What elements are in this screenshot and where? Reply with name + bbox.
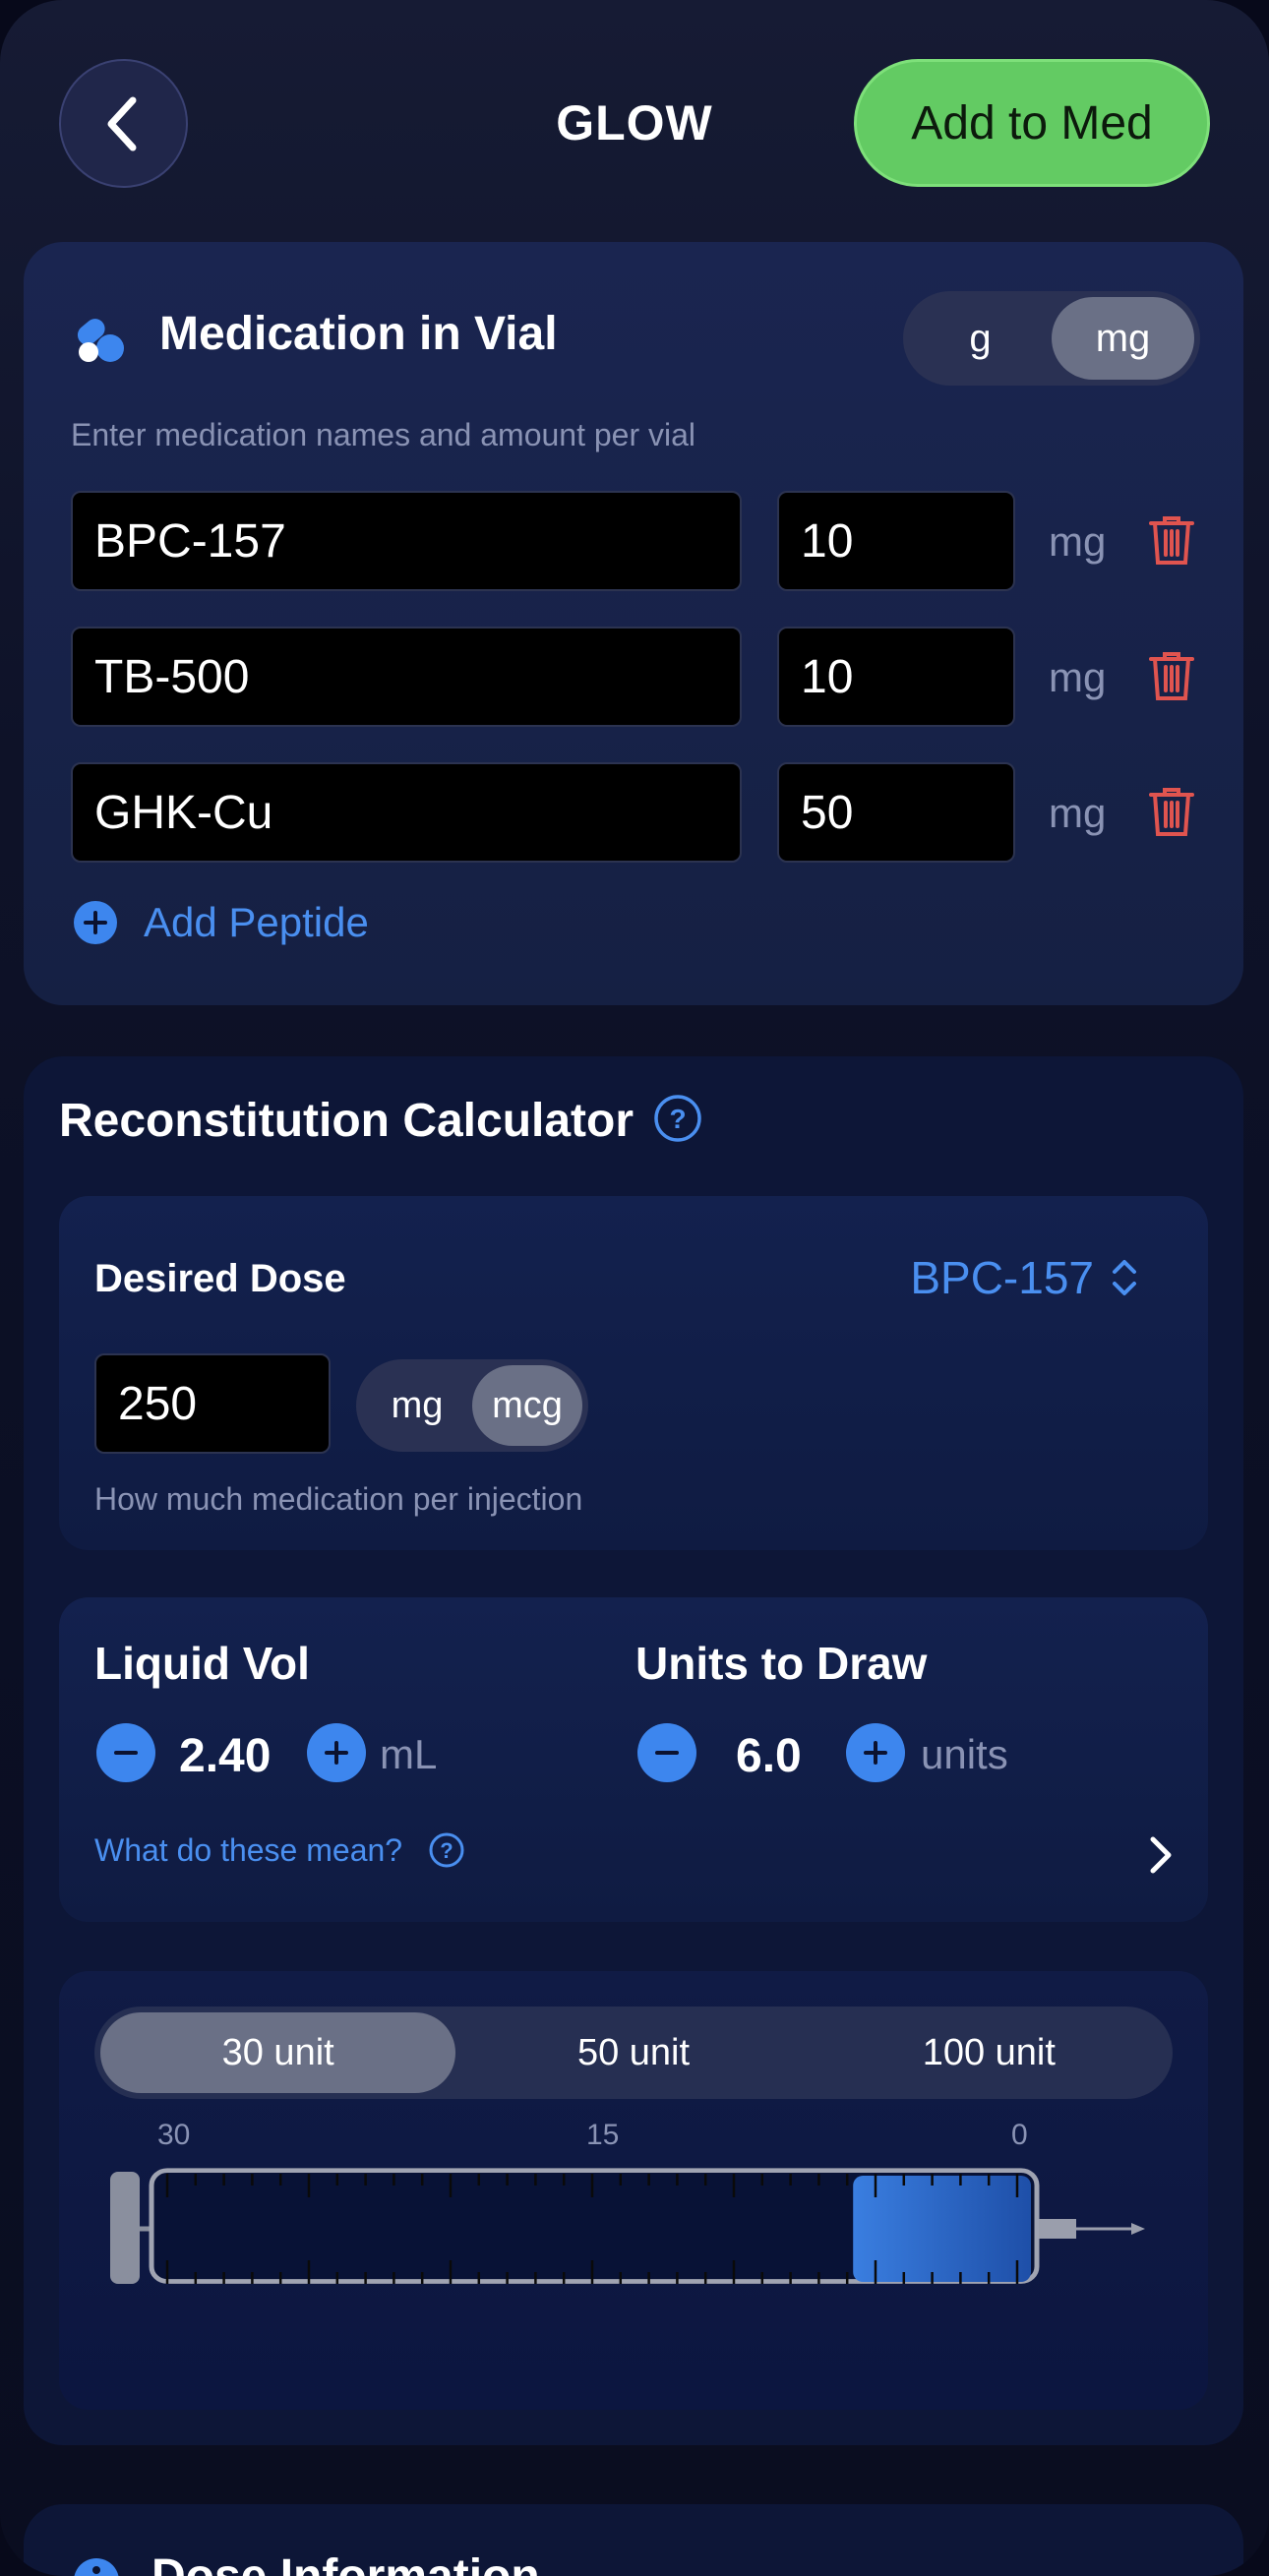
medication-amount-input[interactable]: 10 [777, 491, 1015, 591]
units-decrement[interactable] [637, 1723, 696, 1782]
syringe-hub [1039, 2219, 1076, 2239]
minus-icon [655, 1751, 679, 1755]
svg-text:?: ? [669, 1104, 686, 1134]
explain-link-label: What do these mean? [94, 1831, 403, 1868]
dose-information-card: Dose Information [24, 2504, 1243, 2576]
dose-information-title: Dose Information [151, 2549, 540, 2576]
peptide-picker-value: BPC-157 [910, 1252, 1094, 1303]
units-increment[interactable] [846, 1723, 905, 1782]
medication-subtitle: Enter medication names and amount per vi… [71, 417, 696, 452]
syringe-fill [853, 2176, 1031, 2282]
liquid-vol-decrement[interactable] [96, 1723, 155, 1782]
syringe-size-toggle[interactable]: 30 unit 50 unit 100 unit [94, 2007, 1173, 2099]
unit-option-mg[interactable]: mg [1052, 297, 1194, 380]
dose-input[interactable]: 250 [94, 1353, 331, 1454]
vial-unit-toggle[interactable]: g mg [903, 291, 1200, 386]
add-peptide-label: Add Peptide [144, 899, 369, 945]
scale-label-min: 0 [1011, 2119, 1028, 2151]
medication-unit-label: mg [1049, 654, 1107, 700]
medication-name-input[interactable]: BPC-157 [71, 491, 742, 591]
units-unit: units [921, 1731, 1008, 1777]
plus-icon [325, 1741, 348, 1765]
info-circle-icon [74, 2558, 119, 2576]
scale-label-mid: 15 [586, 2119, 620, 2151]
syringe-graphic [110, 2168, 1145, 2284]
dose-unit-mg[interactable]: mg [362, 1365, 472, 1446]
scale-label-max: 30 [157, 2119, 191, 2151]
syringe-panel: 30 unit 50 unit 100 unit 30 15 0 [59, 1971, 1208, 2410]
medication-name-input[interactable]: TB-500 [71, 627, 742, 727]
question-circle-icon: ? [429, 1832, 464, 1868]
app-screen: GLOW Add to Med Medication in Vial g mg … [0, 0, 1269, 2576]
trash-icon[interactable] [1145, 513, 1198, 567]
question-circle-icon[interactable]: ? [653, 1094, 702, 1143]
volume-units-panel: Liquid Vol 2.40 mL Units to Draw 6.0 uni… [59, 1597, 1208, 1922]
desired-dose-panel: Desired Dose BPC-157 250 mg mcg How much… [59, 1196, 1208, 1550]
dose-unit-toggle[interactable]: mg mcg [356, 1359, 588, 1452]
plus-circle-icon [74, 901, 117, 944]
medication-title: Medication in Vial [159, 308, 558, 360]
medication-name-input[interactable]: GHK-Cu [71, 762, 742, 863]
explain-link[interactable]: What do these mean? ? [94, 1831, 465, 1869]
units-value: 6.0 [736, 1730, 802, 1782]
trash-icon[interactable] [1145, 785, 1198, 838]
syringe-size-100[interactable]: 100 unit [812, 2012, 1167, 2093]
desired-dose-label: Desired Dose [94, 1257, 346, 1300]
calculator-card: Reconstitution Calculator ? Desired Dose… [24, 1056, 1243, 2445]
liquid-vol-unit: mL [380, 1731, 438, 1777]
add-peptide-button[interactable]: Add Peptide [73, 891, 369, 954]
add-to-med-button[interactable]: Add to Med [854, 59, 1210, 187]
minus-icon [114, 1751, 138, 1755]
peptide-picker[interactable]: BPC-157 [910, 1251, 1139, 1304]
pills-icon [77, 319, 124, 362]
medication-card: Medication in Vial g mg Enter medication… [24, 242, 1243, 1005]
plus-icon [864, 1741, 887, 1765]
dose-hint: How much medication per injection [94, 1481, 583, 1517]
liquid-vol-label: Liquid Vol [94, 1638, 310, 1689]
needle-tip [1131, 2223, 1145, 2235]
syringe-size-30[interactable]: 30 unit [100, 2012, 456, 2093]
medication-amount-input[interactable]: 50 [777, 762, 1015, 863]
liquid-vol-increment[interactable] [307, 1723, 366, 1782]
chevron-right-icon[interactable] [1145, 1835, 1175, 1875]
liquid-vol-value: 2.40 [179, 1730, 272, 1782]
chevron-updown-icon [1113, 1260, 1136, 1295]
unit-option-g[interactable]: g [909, 297, 1052, 380]
svg-text:?: ? [440, 1838, 453, 1863]
dose-unit-mcg[interactable]: mcg [472, 1365, 582, 1446]
plunger-thumb [110, 2172, 140, 2284]
calculator-title: Reconstitution Calculator [59, 1095, 634, 1147]
syringe-size-50[interactable]: 50 unit [455, 2012, 811, 2093]
medication-amount-input[interactable]: 10 [777, 627, 1015, 727]
medication-unit-label: mg [1049, 518, 1107, 565]
medication-unit-label: mg [1049, 790, 1107, 836]
units-to-draw-label: Units to Draw [635, 1638, 928, 1689]
trash-icon[interactable] [1145, 649, 1198, 702]
